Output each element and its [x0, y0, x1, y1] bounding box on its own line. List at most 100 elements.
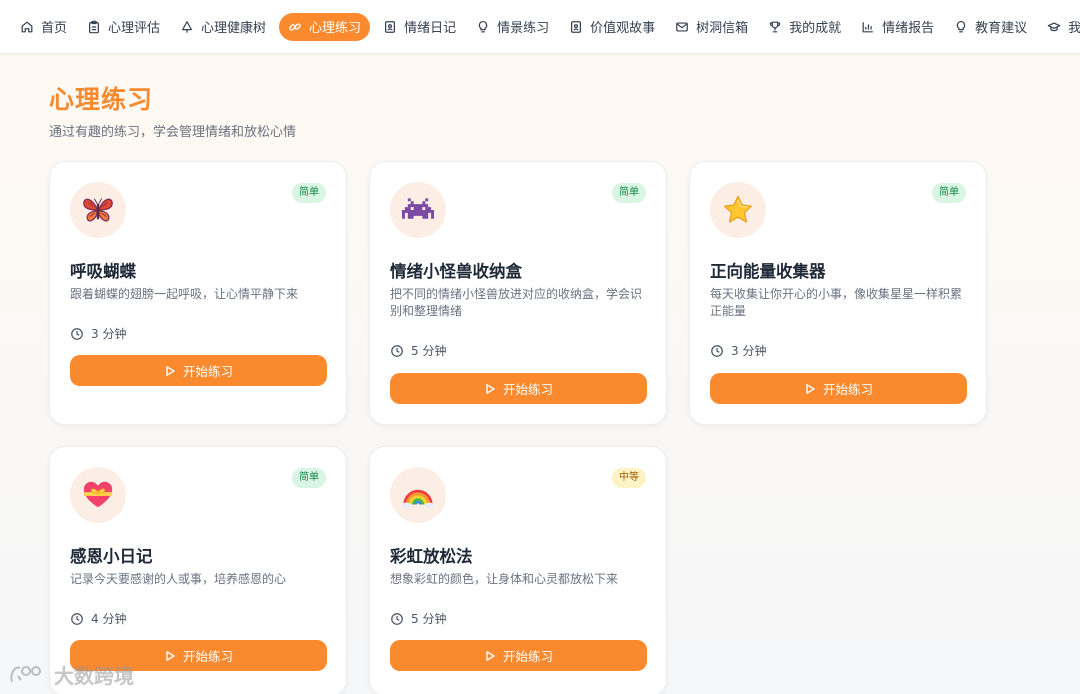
card-description: 每天收集让你开心的小事，像收集星星一样积累正能量: [710, 287, 963, 318]
exercise-card-breathing-butterfly: 简单 呼吸蝴蝶 跟着蝴蝶的翅膀一起呼吸，让心情平静下来 3 分钟 开始练习: [49, 161, 347, 425]
difficulty-badge: 简单: [292, 183, 326, 203]
start-exercise-button[interactable]: 开始练习: [390, 640, 647, 671]
start-exercise-button[interactable]: 开始练习: [390, 373, 647, 404]
card-duration: 4 分钟: [70, 610, 126, 627]
clock-icon: [711, 344, 723, 357]
lightbulb-icon: [478, 20, 488, 32]
watermark-logo-icon: [10, 665, 41, 682]
space-invader-icon: [402, 198, 434, 219]
nav-item-achievements[interactable]: 我的成就: [761, 13, 848, 41]
top-nav: 首页 心理评估 心理健康树 心理练习 情绪日记 情景练习 价值观故事 树洞信箱 …: [0, 0, 1080, 54]
start-button-label: 开始练习: [182, 364, 233, 379]
nav-item-label: 情绪日记: [404, 21, 457, 36]
play-icon: [806, 383, 815, 394]
mail-icon: [676, 21, 688, 32]
exercise-card-emotion-monster-box: 简单 情绪小怪兽收纳盒 把不同的情绪小怪兽放进对应的收纳盒，学会识别和整理情绪 …: [369, 161, 667, 425]
graduation-cap-icon: [1047, 21, 1061, 31]
nav-item-label: 心理练习: [309, 21, 362, 36]
start-exercise-button[interactable]: 开始练习: [70, 355, 327, 386]
nav-item-emotion-diary[interactable]: 情绪日记: [376, 13, 463, 41]
lightbulb-icon: [956, 20, 966, 32]
card-icon-circle: [710, 182, 766, 238]
nav-item-emotion-report[interactable]: 情绪报告: [854, 13, 941, 41]
nav-item-label: 我的成就: [789, 21, 842, 36]
trophy-icon: [769, 21, 781, 32]
difficulty-badge: 中等: [612, 468, 646, 488]
difficulty-badge: 简单: [292, 468, 326, 488]
butterfly-icon: [83, 198, 113, 222]
bar-chart-icon: [862, 21, 873, 32]
card-icon-circle: [390, 182, 446, 238]
start-button-label: 开始练习: [502, 649, 553, 664]
nav-item-label: 心理健康树: [201, 21, 267, 36]
card-icon-circle: [390, 467, 446, 523]
start-button-label: 开始练习: [822, 382, 873, 397]
link-icon: [289, 22, 301, 31]
card-description: 跟着蝴蝶的翅膀一起呼吸，让心情平静下来: [70, 287, 299, 301]
exercise-card-positive-energy: 简单 正向能量收集器 每天收集让你开心的小事，像收集星星一样积累正能量 3 分钟…: [689, 161, 987, 425]
nav-item-value-stories[interactable]: 价值观故事: [562, 13, 662, 41]
book-icon: [571, 20, 582, 33]
nav-item-label: 情绪报告: [882, 21, 935, 36]
exercise-card-rainbow-relax: 中等 彩虹放松法 想象彩虹的颜色，让身体和心灵都放松下来 5 分钟 开始练习: [369, 446, 667, 694]
start-button-label: 开始练习: [502, 382, 553, 397]
play-icon: [166, 650, 175, 661]
duration-label: 3 分钟: [731, 344, 767, 358]
nav-item-exercises[interactable]: 心理练习: [279, 12, 371, 41]
star-icon: [723, 195, 753, 223]
play-icon: [486, 383, 495, 394]
duration-label: 5 分钟: [411, 344, 447, 358]
card-title: 彩虹放松法: [390, 547, 473, 566]
nav-item-label: 价值观故事: [590, 21, 656, 36]
nav-item-health-tree[interactable]: 心理健康树: [173, 13, 273, 41]
duration-label: 3 分钟: [91, 327, 127, 341]
page-title: 心理练习: [49, 85, 154, 114]
card-duration: 5 分钟: [390, 610, 446, 627]
duration-label: 4 分钟: [91, 612, 127, 626]
start-exercise-button[interactable]: 开始练习: [710, 373, 967, 404]
clock-icon: [391, 344, 403, 357]
clock-icon: [71, 327, 83, 340]
card-title: 情绪小怪兽收纳盒: [390, 262, 522, 281]
page-subtitle: 通过有趣的练习，学会管理情绪和放松心情: [49, 125, 297, 140]
card-title: 正向能量收集器: [710, 262, 826, 281]
gift-heart-icon: [83, 481, 113, 508]
clock-icon: [391, 612, 403, 625]
play-icon: [486, 650, 495, 661]
card-description: 记录今天要感谢的人或事，培养感恩的心: [70, 572, 287, 586]
card-duration: 3 分钟: [710, 342, 766, 359]
nav-item-assessment[interactable]: 心理评估: [80, 13, 167, 41]
clock-icon: [71, 612, 83, 625]
nav-item-label: 心理评估: [108, 21, 161, 36]
difficulty-badge: 简单: [932, 183, 966, 203]
nav-item-education-advice[interactable]: 教育建议: [947, 13, 1034, 41]
card-description: 想象彩虹的颜色，让身体和心灵都放松下来: [390, 572, 619, 586]
watermark: 大数跨境: [8, 660, 134, 689]
card-title: 感恩小日记: [70, 547, 153, 566]
card-title: 呼吸蝴蝶: [70, 262, 136, 281]
nav-item-scenario-practice[interactable]: 情景练习: [469, 13, 556, 41]
clipboard-icon: [89, 20, 100, 33]
nav-item-home[interactable]: 首页: [13, 13, 74, 41]
journal-icon: [385, 20, 396, 33]
card-duration: 3 分钟: [70, 325, 126, 342]
card-duration: 5 分钟: [390, 342, 446, 359]
nav-item-label: 树洞信箱: [696, 21, 749, 36]
nav-item-mailbox[interactable]: 树洞信箱: [668, 13, 755, 41]
difficulty-badge: 简单: [612, 183, 646, 203]
watermark-text: 大数跨境: [54, 664, 134, 688]
card-icon-circle: [70, 182, 126, 238]
exercise-card-gratitude-diary: 简单 感恩小日记 记录今天要感谢的人或事，培养感恩的心 4 分钟 开始练习: [49, 446, 347, 694]
tree-icon: [182, 20, 193, 33]
nav-item-label: 首页: [41, 21, 68, 36]
rainbow-icon: [401, 489, 435, 509]
nav-item-label: 教育建议: [975, 21, 1028, 36]
play-icon: [166, 365, 175, 376]
duration-label: 5 分钟: [411, 612, 447, 626]
nav-item-label: 我的学生: [1068, 21, 1080, 36]
nav-item-my-students[interactable]: 我的学生: [1040, 13, 1080, 41]
card-icon-circle: [70, 467, 126, 523]
home-icon: [21, 21, 33, 32]
start-button-label: 开始练习: [182, 649, 233, 664]
nav-item-label: 情景练习: [497, 21, 550, 36]
